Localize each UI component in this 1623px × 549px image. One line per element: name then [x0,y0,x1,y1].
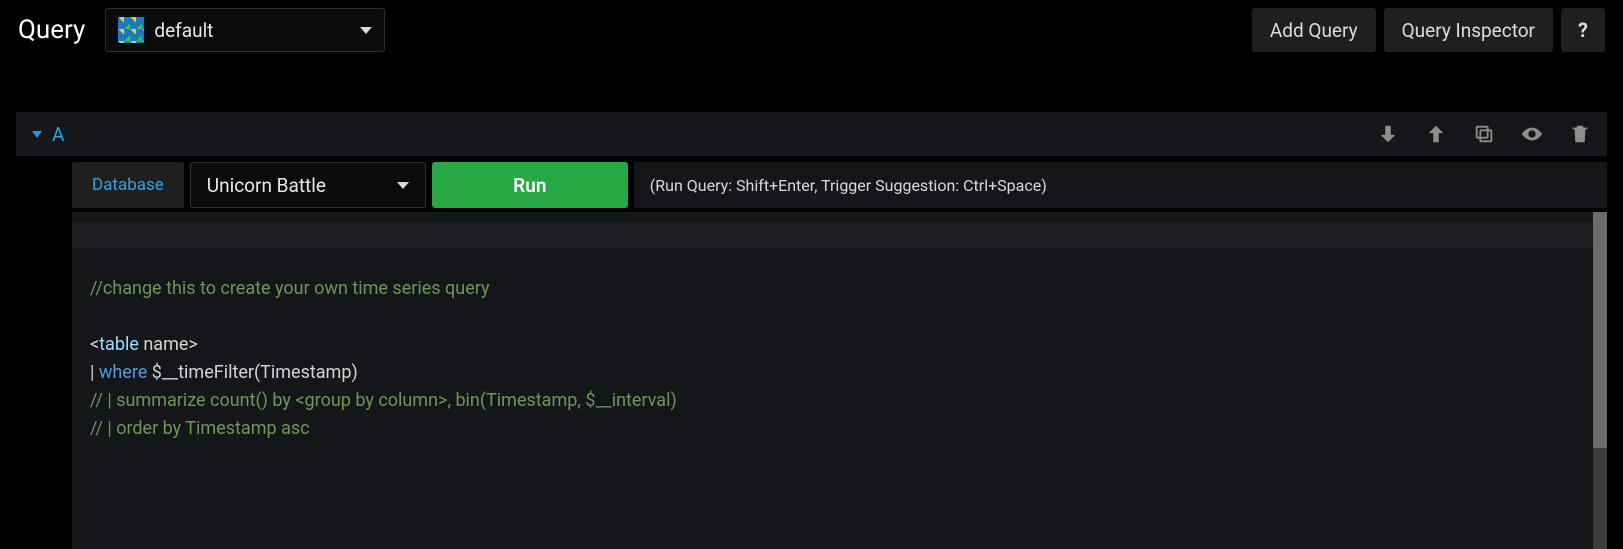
code-line: //change this to create your own time se… [90,278,490,299]
duplicate-icon[interactable] [1473,123,1495,145]
code-token: where [99,362,147,383]
code-token: | [90,362,99,383]
datasource-picker[interactable]: default [105,8,385,52]
delete-icon[interactable] [1569,123,1591,145]
help-button[interactable]: ? [1561,8,1605,52]
code-token: name [139,334,189,355]
run-hint: (Run Query: Shift+Enter, Trigger Suggest… [634,162,1063,208]
move-up-icon[interactable] [1425,123,1447,145]
toggle-visibility-icon[interactable] [1521,123,1543,145]
chevron-down-icon [360,27,372,34]
page-title: Query [18,15,85,45]
query-ref-id: A [52,123,64,146]
run-button[interactable]: Run [432,162,628,208]
database-select[interactable]: Unicorn Battle [190,162,426,208]
database-select-value: Unicorn Battle [207,174,326,197]
code-token: table [99,334,139,355]
code-token: > [188,334,197,355]
code-token: < [90,334,99,355]
chevron-down-icon [397,182,409,189]
datasource-logo-icon [118,17,144,43]
code-line: // | order by Timestamp asc [90,418,310,439]
active-line-highlight [72,222,1603,248]
collapse-toggle-icon[interactable] [32,131,42,138]
datasource-name: default [154,19,350,42]
scrollbar-thumb[interactable] [1593,212,1607,448]
code-line: // | summarize count() by <group by colu… [90,390,677,411]
move-down-icon[interactable] [1377,123,1399,145]
database-label: Database [72,162,184,208]
query-inspector-button[interactable]: Query Inspector [1384,8,1553,52]
query-editor[interactable]: //change this to create your own time se… [72,212,1607,549]
add-query-button[interactable]: Add Query [1252,8,1376,52]
query-row-header[interactable]: A [16,112,1607,156]
code-token: $__timeFilter(Timestamp) [147,362,357,383]
